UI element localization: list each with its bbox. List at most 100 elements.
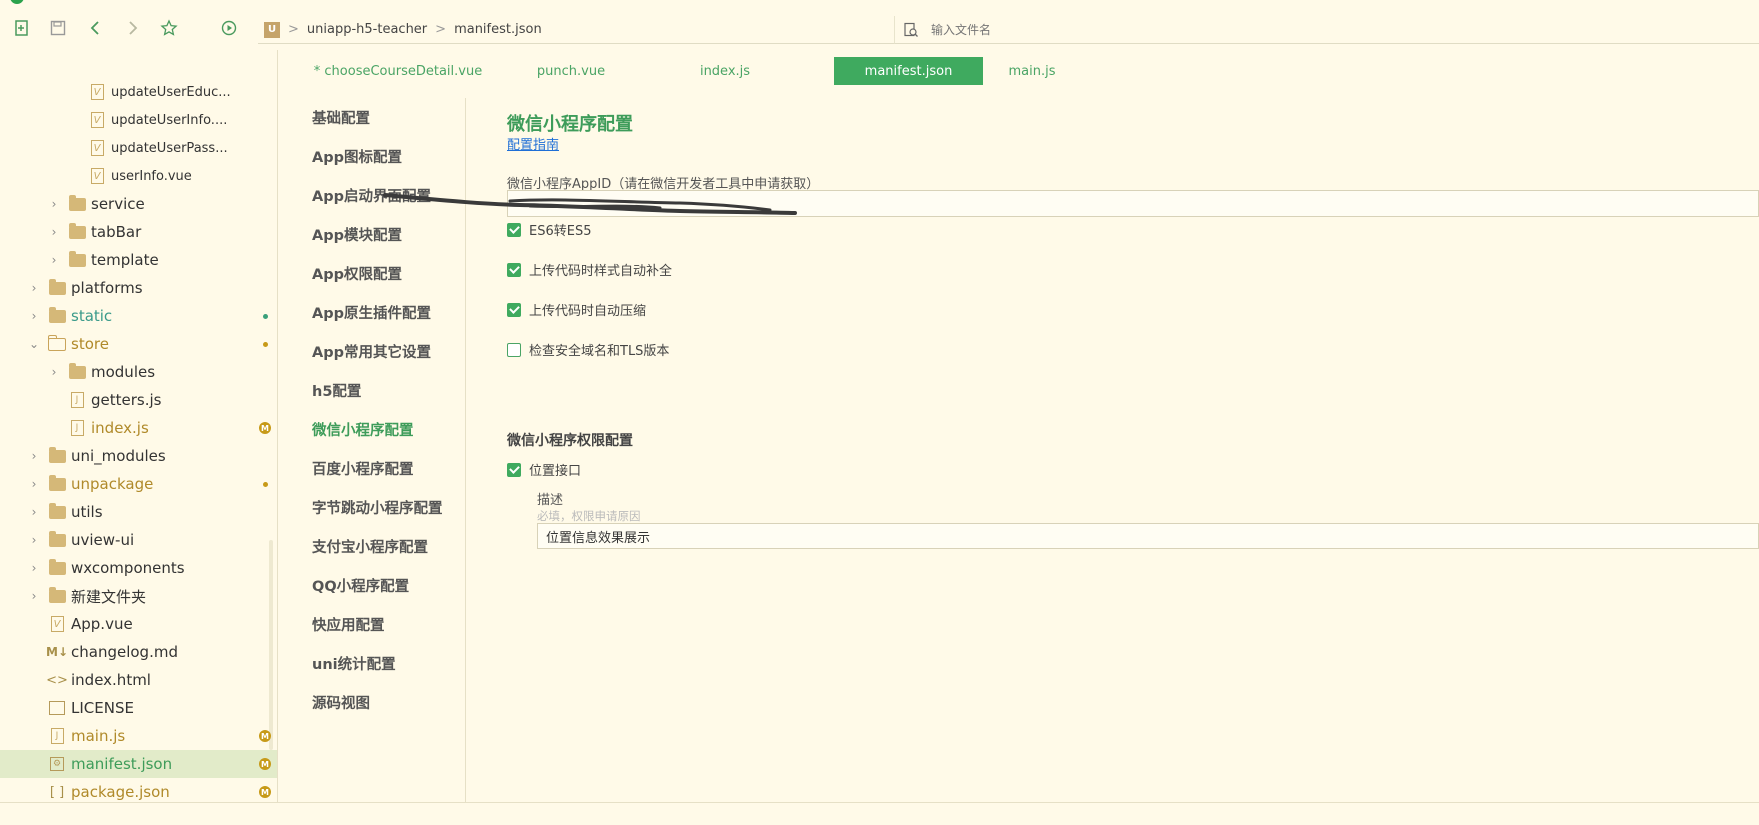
config-nav-item[interactable]: App启动界面配置: [312, 185, 431, 206]
editor-tab[interactable]: index.js: [640, 57, 810, 85]
config-nav-item[interactable]: App常用其它设置: [312, 341, 431, 362]
chevron-right-icon[interactable]: ›: [48, 225, 60, 239]
file-tree-item[interactable]: VupdateUserPass...: [0, 134, 277, 162]
config-nav-item[interactable]: 快应用配置: [312, 614, 385, 635]
file-tree-item[interactable]: <> index.html: [0, 666, 277, 694]
config-nav-item[interactable]: 百度小程序配置: [312, 458, 414, 479]
checkbox[interactable]: [507, 222, 521, 237]
option-es6-to-es5[interactable]: ES6转ES5: [507, 220, 591, 239]
checkbox[interactable]: [507, 342, 521, 357]
editor-tab[interactable]: * chooseCourseDetail.vue: [288, 57, 508, 85]
chevron-down-icon[interactable]: ⌄: [28, 337, 40, 351]
chevron-right-icon[interactable]: ›: [28, 589, 40, 603]
editor-tab[interactable]: punch.vue: [510, 57, 632, 85]
back-icon[interactable]: [86, 18, 106, 38]
editor-tab[interactable]: manifest.json: [834, 57, 983, 85]
file-tree-label: index.js: [91, 419, 149, 437]
folder-icon: [68, 362, 86, 381]
file-tree-item[interactable]: Jgetters.js: [0, 386, 277, 414]
file-tree-item[interactable]: › modules: [0, 358, 277, 386]
config-nav-item[interactable]: h5配置: [312, 380, 361, 401]
chevron-right-icon[interactable]: ›: [48, 253, 60, 267]
file-tree-item[interactable]: › wxcomponents: [0, 554, 277, 582]
file-tree-label: template: [91, 251, 159, 269]
config-nav-item[interactable]: App图标配置: [312, 146, 402, 167]
config-nav-item[interactable]: App权限配置: [312, 263, 402, 284]
file-tree-label: App.vue: [71, 615, 133, 633]
file-tree-item[interactable]: V App.vue: [0, 610, 277, 638]
file-tree-item[interactable]: › template: [0, 246, 277, 274]
chevron-right-icon[interactable]: ›: [28, 505, 40, 519]
config-nav-item[interactable]: QQ小程序配置: [312, 575, 409, 596]
file-tree-item[interactable]: LICENSE: [0, 694, 277, 722]
breadcrumb-separator: >: [435, 22, 447, 37]
file-tree-item[interactable]: › platforms: [0, 274, 277, 302]
file-tree-label: updateUserEduc...: [111, 84, 231, 100]
breadcrumb-file[interactable]: manifest.json: [454, 22, 542, 37]
run-icon[interactable]: [219, 18, 239, 38]
file-tree-item[interactable]: › unpackage: [0, 470, 277, 498]
config-nav-item[interactable]: 源码视图: [312, 692, 370, 713]
file-tree-item[interactable]: VupdateUserEduc...: [0, 78, 277, 106]
markdown-file-icon: M↓: [46, 645, 68, 659]
description-input[interactable]: [537, 523, 1759, 549]
chevron-right-icon[interactable]: ›: [28, 477, 40, 491]
option-check-domain-tls[interactable]: 检查安全域名和TLS版本: [507, 340, 669, 359]
config-nav-item[interactable]: 基础配置: [312, 107, 370, 128]
file-tree-label: platforms: [71, 279, 143, 297]
file-tree-item[interactable]: › utils: [0, 498, 277, 526]
file-tree-item[interactable]: › uview-ui: [0, 526, 277, 554]
option-auto-minify[interactable]: 上传代码时自动压缩: [507, 300, 646, 319]
option-style-autocomplete[interactable]: 上传代码时样式自动补全: [507, 260, 672, 279]
save-icon[interactable]: [48, 18, 68, 38]
file-tree-item[interactable]: M↓ changelog.md: [0, 638, 277, 666]
file-tree-label: unpackage: [71, 475, 154, 493]
file-tree-item[interactable]: › tabBar: [0, 218, 277, 246]
folder-icon: [68, 222, 86, 241]
config-file-icon: ⚙: [48, 755, 66, 773]
chevron-right-icon[interactable]: ›: [48, 365, 60, 379]
file-tree-item[interactable]: VupdateUserInfo....: [0, 106, 277, 134]
file-search-input[interactable]: [931, 22, 1331, 37]
permission-location[interactable]: 位置接口: [507, 460, 581, 479]
chevron-right-icon[interactable]: ›: [28, 561, 40, 575]
folder-icon: [68, 194, 86, 213]
chevron-right-icon[interactable]: ›: [48, 197, 60, 211]
config-guide-link[interactable]: 配置指南: [507, 134, 559, 153]
config-nav-item[interactable]: uni统计配置: [312, 653, 396, 674]
file-tree-item[interactable]: Jindex.js M: [0, 414, 277, 442]
chevron-right-icon[interactable]: ›: [28, 533, 40, 547]
file-tree-item[interactable]: [ ] package.json M: [0, 778, 277, 802]
file-tree-item[interactable]: › 新建文件夹: [0, 582, 277, 610]
change-dot: [263, 313, 268, 319]
checkbox[interactable]: [507, 262, 521, 277]
section-title: 微信小程序配置: [507, 114, 633, 135]
checkbox[interactable]: [507, 462, 521, 477]
config-nav-item[interactable]: 字节跳动小程序配置: [312, 497, 443, 518]
config-nav-item[interactable]: 微信小程序配置: [312, 419, 414, 440]
file-tree-label: uview-ui: [71, 531, 135, 549]
editor-tab[interactable]: main.js: [977, 57, 1087, 85]
config-nav-item[interactable]: 支付宝小程序配置: [312, 536, 428, 557]
file-tree-item[interactable]: › uni_modules: [0, 442, 277, 470]
breadcrumb-project[interactable]: uniapp-h5-teacher: [307, 22, 427, 37]
chevron-right-icon[interactable]: ›: [28, 309, 40, 323]
file-tree-label: userInfo.vue: [111, 168, 192, 184]
file-tree-item[interactable]: › static: [0, 302, 277, 330]
file-tree-item[interactable]: Jmain.js M: [0, 722, 277, 750]
appid-input[interactable]: [507, 190, 1759, 217]
file-tree-item[interactable]: ⚙ manifest.json M: [0, 750, 277, 778]
checkbox[interactable]: [507, 302, 521, 317]
chevron-right-icon[interactable]: ›: [28, 449, 40, 463]
file-tree-item[interactable]: ⌄ store: [0, 330, 277, 358]
star-icon[interactable]: [159, 18, 179, 38]
project-logo-icon: U: [264, 21, 280, 38]
file-tree-item[interactable]: › service: [0, 190, 277, 218]
chevron-right-icon[interactable]: ›: [28, 281, 40, 295]
new-file-icon[interactable]: [12, 18, 32, 38]
editor-window: U > uniapp-h5-teacher > manifest.json Vu…: [0, 0, 1759, 825]
config-nav-item[interactable]: App模块配置: [312, 224, 402, 245]
forward-icon[interactable]: [122, 18, 142, 38]
file-tree-item[interactable]: VuserInfo.vue: [0, 162, 277, 190]
config-nav-item[interactable]: App原生插件配置: [312, 302, 431, 323]
